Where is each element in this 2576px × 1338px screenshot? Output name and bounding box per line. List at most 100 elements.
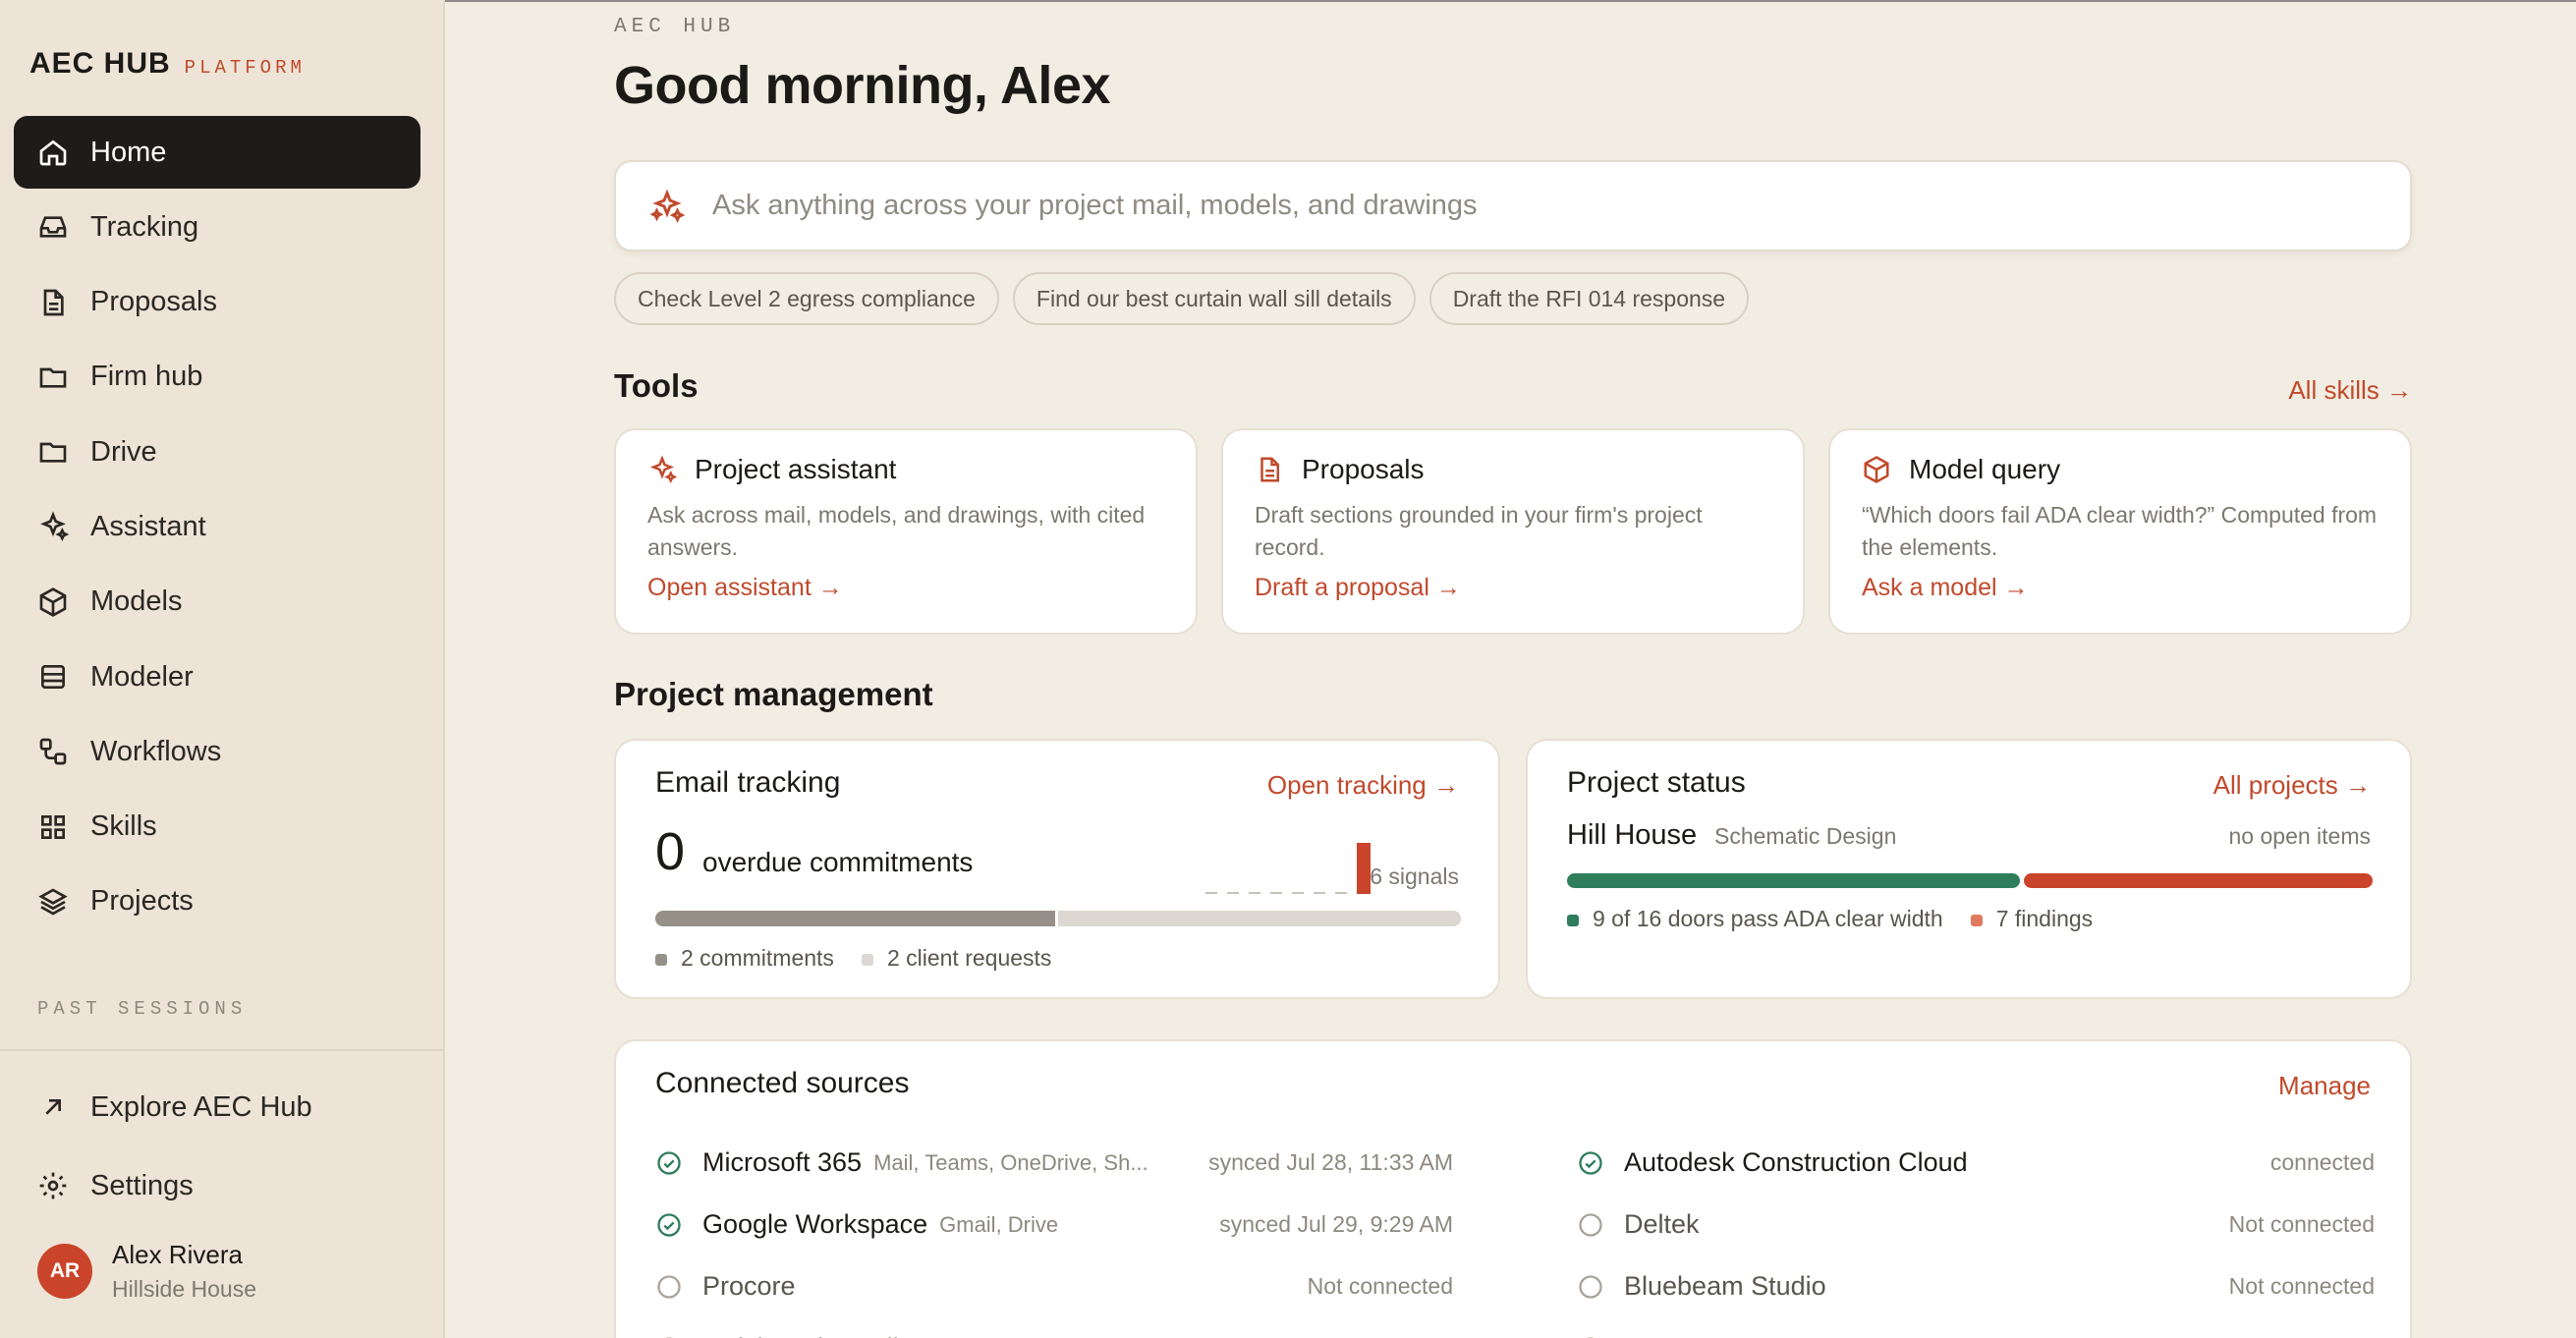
manage-sources-link[interactable]: Manage — [2278, 1071, 2371, 1101]
sparkle-icon — [40, 511, 69, 542]
sidebar-item-label: Tracking — [90, 210, 199, 243]
legend-findings: 7 findings — [1970, 906, 2093, 932]
legend-client-requests: 2 client requests — [861, 945, 1051, 972]
main-nav: Home Tracking Proposals Firm hub Drive Assist… — [14, 116, 420, 940]
source-row[interactable]: Autodesk Construction Cloud connected — [1577, 1132, 2375, 1194]
source-row[interactable]: Deltek Not connected — [1577, 1194, 2375, 1255]
sidebar-item-label: Assistant — [90, 510, 206, 542]
ada-status-bar — [1567, 873, 2373, 888]
sidebar-item-label: Home — [90, 136, 167, 168]
cube-icon — [1864, 456, 1889, 483]
suggestion-chips: Check Level 2 egress compliance Find our … — [614, 272, 1750, 325]
source-row[interactable]: BQE CoreNot connected — [1577, 1317, 2375, 1338]
tool-card-title: Model query — [1909, 454, 2061, 484]
tool-card-model-query[interactable]: Model query “Which doors fail ADA clear w… — [1828, 428, 2412, 635]
sidebar-item-label: Firm hub — [90, 361, 203, 393]
folder-icon — [39, 367, 67, 388]
sidebar-item-tracking[interactable]: Tracking — [14, 191, 420, 263]
connected-sources-card: Connected sources Manage Microsoft 365 Ma… — [614, 1039, 2412, 1338]
tool-card-link[interactable]: Ask a model → — [1862, 574, 2379, 602]
avatar: AR — [37, 1244, 92, 1299]
signals-count: 6 signals — [1370, 864, 1459, 889]
sidebar-item-explore-aec-hub[interactable]: Explore AEC Hub — [14, 1071, 420, 1143]
source-row[interactable]: Procore Not connected — [655, 1255, 1453, 1317]
source-name: Autodesk Construction Cloud — [1624, 1147, 1968, 1177]
workflow-icon — [39, 739, 67, 765]
overdue-count: 0 — [655, 822, 686, 881]
findings-segment — [2024, 873, 2373, 888]
project-name[interactable]: Hill House — [1567, 819, 1697, 852]
sources-left-column: Microsoft 365 Mail, Teams, OneDrive, Sh..… — [655, 1132, 1453, 1338]
all-projects-link[interactable]: All projects → — [2213, 770, 2371, 801]
connected-sources-title: Connected sources — [655, 1067, 910, 1099]
source-status: connected — [2269, 1149, 2375, 1175]
commitments-bar — [655, 911, 1461, 926]
sidebar-item-drive[interactable]: Drive — [14, 416, 420, 488]
check-circle-icon — [1579, 1150, 1602, 1175]
signals-sparkline — [1205, 843, 1371, 894]
legend-pass: 9 of 16 doors pass ADA clear width — [1567, 906, 1943, 932]
suggestion-chip[interactable]: Check Level 2 egress compliance — [614, 272, 999, 325]
sparkline-baseline — [1335, 892, 1347, 894]
brand-logo[interactable]: AEC HUB PLATFORM — [29, 47, 306, 81]
sidebar-item-workflows[interactable]: Workflows — [14, 715, 420, 788]
source-row[interactable]: Bluebeam Studio Not connected — [1577, 1255, 2375, 1317]
pass-segment — [1567, 873, 2021, 888]
inbox-icon — [39, 216, 67, 238]
table-icon — [41, 665, 65, 690]
empty-circle-icon — [663, 1336, 675, 1338]
source-row[interactable]: Google Workspace Gmail, Drive synced Jul 2… — [655, 1194, 1453, 1255]
ask-bar[interactable] — [614, 160, 2412, 251]
empty-circle-icon — [1579, 1274, 1602, 1299]
sidebar-item-assistant[interactable]: Assistant — [14, 490, 420, 563]
sidebar-item-label: Proposals — [90, 286, 217, 318]
sidebar-item-proposals[interactable]: Proposals — [14, 266, 420, 339]
source-name: QuickBooks Online — [702, 1333, 928, 1338]
sources-right-column: Autodesk Construction Cloud connected Delt… — [1577, 1132, 2375, 1338]
source-row[interactable]: QuickBooks OnlineNot connected — [655, 1317, 1453, 1338]
arrow-up-right-icon — [45, 1099, 61, 1115]
source-status: Not connected — [1307, 1273, 1453, 1299]
sidebar-item-label: Drive — [90, 435, 157, 468]
check-circle-icon — [657, 1150, 681, 1175]
source-services: Mail, Teams, OneDrive, Sh... — [873, 1149, 1148, 1175]
client-requests-segment — [1058, 911, 1461, 926]
source-name: Procore — [702, 1271, 796, 1301]
sparkline-baseline — [1270, 892, 1282, 894]
sidebar-item-home[interactable]: Home — [14, 116, 420, 189]
suggestion-chip[interactable]: Find our best curtain wall sill details — [1012, 272, 1416, 325]
check-circle-icon — [657, 1212, 681, 1237]
page-title: Good morning, Alex — [614, 56, 1111, 115]
project-phase: Schematic Design — [1714, 823, 1897, 849]
sidebar-item-settings[interactable]: Settings — [14, 1149, 420, 1222]
sidebar-item-skills[interactable]: Skills — [14, 791, 420, 864]
user-name: Alex Rivera — [112, 1240, 243, 1269]
source-name: Google Workspace — [702, 1209, 928, 1239]
project-status-card: Project status All projects → Hill House… — [1526, 739, 2412, 999]
email-tracking-card: Email tracking Open tracking → 0 overdue… — [614, 739, 1500, 999]
sparkline-baseline — [1205, 892, 1217, 894]
sidebar-item-firm-hub[interactable]: Firm hub — [14, 341, 420, 414]
tool-card-proposals[interactable]: Proposals Draft sections grounded in your… — [1221, 428, 1805, 635]
open-tracking-link[interactable]: Open tracking → — [1267, 770, 1459, 801]
document-icon — [1260, 457, 1279, 482]
source-row[interactable]: Microsoft 365 Mail, Teams, OneDrive, Sh..… — [655, 1132, 1453, 1194]
sparkle-icon — [649, 188, 685, 223]
all-skills-link[interactable]: All skills → — [2288, 375, 2412, 406]
tool-card-link[interactable]: Open assistant → — [647, 574, 1164, 602]
sidebar-item-models[interactable]: Models — [14, 566, 420, 639]
email-legend: 2 commitments 2 client requests — [655, 945, 1051, 972]
gear-icon — [39, 1172, 67, 1199]
tool-card-project-assistant[interactable]: Project assistant Ask across mail, models… — [614, 428, 1198, 635]
source-name: Bluebeam Studio — [1624, 1271, 1826, 1301]
ask-input[interactable] — [712, 190, 2284, 222]
suggestion-chip[interactable]: Draft the RFI 014 response — [1428, 272, 1750, 325]
sidebar-item-projects[interactable]: Projects — [14, 865, 420, 938]
empty-circle-icon — [1585, 1336, 1596, 1338]
tool-card-title: Proposals — [1302, 454, 1425, 484]
sidebar-item-modeler[interactable]: Modeler — [14, 641, 420, 713]
user-profile[interactable]: AR Alex Rivera Hillside House — [37, 1240, 256, 1303]
tool-card-link[interactable]: Draft a proposal → — [1255, 574, 1771, 602]
sidebar-item-label: Workflows — [90, 735, 222, 767]
sidebar-item-label: Models — [90, 585, 183, 618]
